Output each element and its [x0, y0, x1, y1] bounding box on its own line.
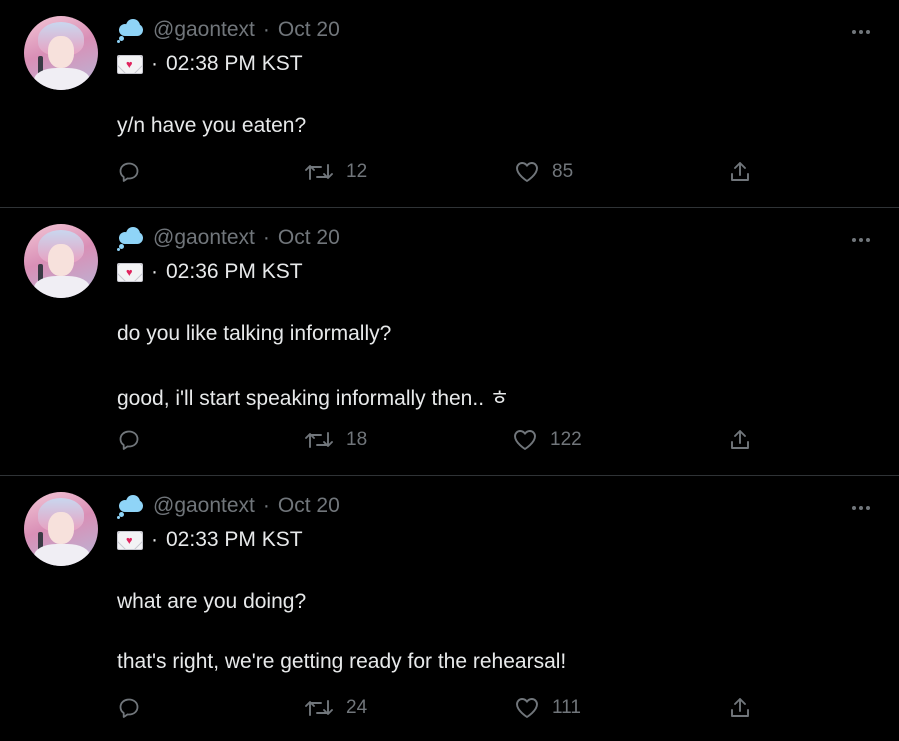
handle[interactable]: @gaontext [153, 494, 255, 518]
heart-icon [516, 162, 538, 182]
tweet-time: 02:33 PM KST [166, 528, 303, 551]
retweet-button[interactable]: 18 [304, 428, 367, 452]
more-icon[interactable] [849, 504, 873, 512]
like-count: 122 [550, 429, 582, 450]
tweet-date[interactable]: Oct 20 [278, 226, 340, 250]
reply-icon [119, 430, 139, 450]
avatar[interactable] [24, 224, 98, 298]
retweet-count: 18 [346, 429, 368, 450]
like-count: 85 [552, 161, 574, 182]
retweet-icon [305, 164, 333, 180]
love-letter-icon: ♥ [117, 530, 143, 550]
share-icon [731, 698, 749, 717]
tweet[interactable]: @gaontext · Oct 20 ♥ · 02:33 PM KST what… [0, 476, 899, 741]
tweet-header: @gaontext · Oct 20 [117, 494, 340, 519]
tweet-time: 02:36 PM KST [166, 260, 303, 283]
tweet-date[interactable]: Oct 20 [278, 494, 340, 518]
heart-icon [514, 430, 536, 450]
share-button[interactable] [728, 160, 752, 184]
share-button[interactable] [728, 696, 752, 720]
like-button[interactable]: 85 [514, 160, 573, 184]
thought-cloud-icon [117, 494, 145, 519]
handle[interactable]: @gaontext [153, 226, 255, 250]
tweet-text-line: do you like talking informally? [117, 322, 392, 345]
avatar[interactable] [24, 16, 98, 90]
love-letter-icon: ♥ [117, 54, 143, 74]
reply-icon [119, 162, 139, 182]
tweet-time-line: ♥ · 02:33 PM KST [117, 528, 303, 552]
avatar-face [48, 244, 74, 276]
tweet-text-line: y/n have you eaten? [117, 114, 307, 137]
reply-icon [119, 698, 139, 718]
love-letter-icon: ♥ [117, 262, 143, 282]
tweet-text-line: good, i'll start speaking informally the… [117, 387, 510, 410]
like-button[interactable]: 122 [512, 428, 582, 452]
retweet-icon [305, 432, 333, 448]
tweet-time: 02:38 PM KST [166, 52, 303, 75]
retweet-button[interactable]: 12 [304, 160, 367, 184]
tweet-time-line: ♥ · 02:36 PM KST [117, 260, 303, 284]
tweet[interactable]: @gaontext · Oct 20 ♥ · 02:36 PM KST do y… [0, 208, 899, 476]
avatar-shirt [34, 68, 90, 90]
reply-button[interactable] [117, 160, 141, 184]
heart-icon [516, 698, 538, 718]
tweet-date[interactable]: Oct 20 [278, 18, 340, 42]
retweet-button[interactable]: 24 [304, 696, 367, 720]
more-icon[interactable] [849, 28, 873, 36]
tweet-time-line: ♥ · 02:38 PM KST [117, 52, 303, 76]
avatar-face [48, 36, 74, 68]
reply-button[interactable] [117, 428, 141, 452]
separator: · [151, 528, 158, 551]
share-icon [731, 430, 749, 449]
separator: · [262, 18, 270, 41]
share-button[interactable] [728, 428, 752, 452]
retweet-count: 24 [346, 697, 368, 718]
handle[interactable]: @gaontext [153, 18, 255, 42]
like-count: 111 [552, 697, 581, 718]
retweet-icon [305, 700, 333, 716]
tweet-header: @gaontext · Oct 20 [117, 226, 340, 251]
thought-cloud-icon [117, 226, 145, 251]
separator: · [262, 494, 270, 517]
avatar-shirt [34, 276, 90, 298]
tweet-actions: 24 111 [117, 696, 757, 726]
avatar-face [48, 512, 74, 544]
thought-cloud-icon [117, 18, 145, 43]
avatar[interactable] [24, 492, 98, 566]
tweet-actions: 18 122 [117, 428, 757, 458]
tweet-header: @gaontext · Oct 20 [117, 18, 340, 43]
avatar-shirt [34, 544, 90, 566]
tweet-actions: 12 85 [117, 160, 757, 190]
like-button[interactable]: 111 [514, 696, 581, 720]
more-icon[interactable] [849, 236, 873, 244]
retweet-count: 12 [346, 161, 368, 182]
separator: · [262, 226, 270, 249]
tweet-text-line: what are you doing? [117, 590, 307, 613]
share-icon [731, 162, 749, 181]
tweet-text-line: that's right, we're getting ready for th… [117, 650, 567, 673]
reply-button[interactable] [117, 696, 141, 720]
timeline: @gaontext · Oct 20 ♥ · 02:38 PM KST y/n … [0, 0, 899, 741]
separator: · [151, 52, 158, 75]
separator: · [151, 260, 158, 283]
tweet[interactable]: @gaontext · Oct 20 ♥ · 02:38 PM KST y/n … [0, 0, 899, 208]
